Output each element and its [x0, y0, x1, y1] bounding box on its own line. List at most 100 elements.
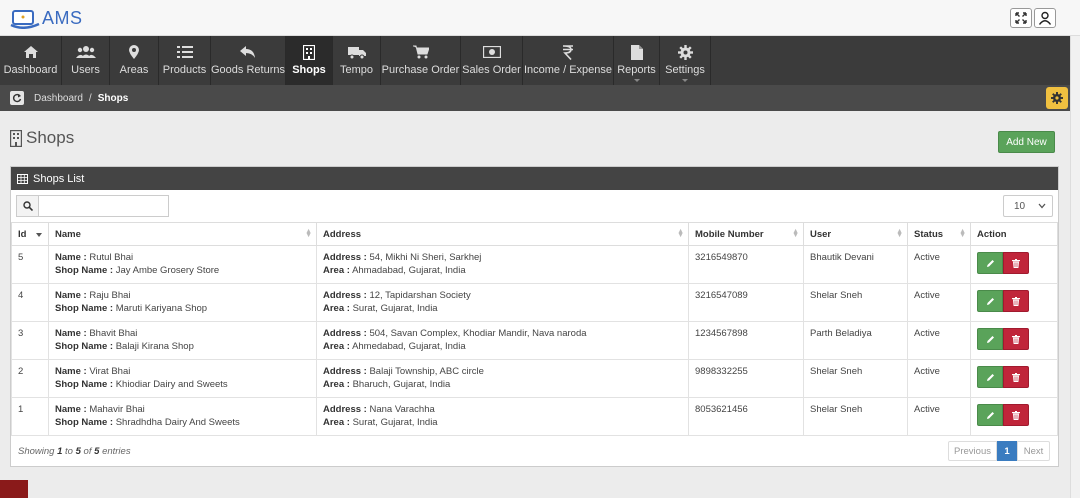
users-icon	[75, 43, 96, 61]
nav-tempo[interactable]: Tempo	[333, 36, 381, 85]
truck-icon	[347, 43, 366, 61]
logo-icon	[10, 9, 40, 29]
cell-mobile: 1234567898	[688, 321, 804, 360]
panel-header: Shops List	[11, 167, 1058, 190]
settings-toggle-button[interactable]	[1046, 87, 1068, 109]
map-marker-icon	[129, 43, 139, 61]
nav-purchase-order[interactable]: Purchase Order	[381, 36, 461, 85]
page-length-select[interactable]: 10	[1003, 195, 1053, 217]
breadcrumb-home-link[interactable]: Dashboard	[34, 93, 83, 104]
col-header-id[interactable]: Id	[11, 222, 49, 246]
page-title-text: Shops	[26, 128, 75, 147]
sort-icon: ▲ ▼	[792, 228, 799, 239]
cell-id: 2	[11, 359, 49, 398]
corner-badge	[0, 480, 28, 498]
cell-user: Shelar Sneh	[803, 397, 908, 436]
app-title: AMS	[42, 8, 83, 28]
pencil-icon	[986, 297, 994, 305]
page-button-current[interactable]: 1	[997, 441, 1017, 461]
trash-icon	[1012, 334, 1020, 344]
table-icon	[17, 173, 28, 184]
table-row: 3 Name : Bhavit Bhai Shop Name : Balaji Ki…	[11, 321, 1058, 360]
table-row: 2 Name : Virat Bhai Shop Name : Khiodiar D…	[11, 359, 1058, 398]
col-header-user[interactable]: User ▲ ▼	[803, 222, 908, 246]
edit-button[interactable]	[977, 252, 1003, 274]
nav-reports[interactable]: Reports	[614, 36, 660, 85]
nav-users[interactable]: Users	[62, 36, 110, 85]
rupee-icon	[562, 43, 574, 61]
breadcrumb-separator: /	[88, 92, 92, 104]
page-title: Shops	[10, 128, 74, 148]
nav-goods-returns[interactable]: Goods Returns	[211, 36, 286, 85]
previous-page-button[interactable]: Previous	[948, 441, 997, 461]
pagination: Previous 1 Next	[948, 441, 1050, 461]
chevron-down-icon	[633, 79, 640, 82]
delete-button[interactable]	[1003, 328, 1029, 350]
cell-mobile: 3216549870	[688, 245, 804, 284]
nav-income-expense[interactable]: Income / Expense	[523, 36, 614, 85]
trash-icon	[1012, 296, 1020, 306]
list-icon	[176, 43, 193, 61]
sort-icon: ▲ ▼	[959, 228, 966, 239]
trash-icon	[1012, 410, 1020, 420]
table-row: 1 Name : Mahavir Bhai Shop Name : Shradhdh…	[11, 397, 1058, 436]
breadcrumb: Dashboard / Shops	[0, 85, 1070, 111]
sort-icon: ▲ ▼	[896, 228, 903, 239]
gear-icon	[1051, 92, 1063, 104]
fullscreen-button[interactable]	[1010, 8, 1032, 28]
delete-button[interactable]	[1003, 404, 1029, 426]
user-menu-button[interactable]	[1034, 8, 1056, 28]
delete-button[interactable]	[1003, 290, 1029, 312]
delete-button[interactable]	[1003, 252, 1029, 274]
sort-icon: ▲ ▼	[305, 228, 312, 239]
cell-action	[970, 245, 1058, 284]
chevron-down-icon	[682, 79, 688, 82]
refresh-icon[interactable]	[10, 91, 24, 105]
app-logo[interactable]: AMS	[10, 8, 83, 29]
table-row: 4 Name : Raju Bhai Shop Name : Maruti Kari…	[11, 283, 1058, 322]
edit-button[interactable]	[977, 328, 1003, 350]
nav-areas[interactable]: Areas	[110, 36, 159, 85]
chevron-down-icon	[1038, 203, 1046, 209]
add-new-button[interactable]: Add New	[998, 131, 1055, 153]
file-icon	[630, 43, 643, 61]
cell-action	[970, 359, 1058, 398]
search-input[interactable]	[39, 195, 169, 217]
col-header-mobile[interactable]: Mobile Number ▲ ▼	[688, 222, 804, 246]
nav-dashboard[interactable]: Dashboard	[0, 36, 62, 85]
edit-button[interactable]	[977, 366, 1003, 388]
edit-button[interactable]	[977, 404, 1003, 426]
home-icon	[23, 43, 39, 61]
panel-title: Shops List	[33, 172, 85, 185]
gear-icon	[677, 43, 693, 61]
table-header-row: Id Name ▲ ▼ Address ▲ ▼ Mobile Number ▲ ▼ User…	[11, 222, 1058, 246]
cell-user: Parth Beladiya	[803, 321, 908, 360]
col-header-name[interactable]: Name ▲ ▼	[48, 222, 317, 246]
col-header-status[interactable]: Status ▲ ▼	[907, 222, 971, 246]
cell-address: Address : 54, Mikhi Ni Sheri, Sarkhej Are…	[316, 245, 689, 284]
main-nav: Dashboard Users Areas Products Goods Ret…	[0, 36, 1070, 85]
delete-button[interactable]	[1003, 366, 1029, 388]
cell-action	[970, 397, 1058, 436]
nav-settings[interactable]: Settings	[660, 36, 711, 85]
cell-status: Active	[907, 283, 971, 322]
nav-shops[interactable]: Shops	[286, 36, 333, 85]
cell-name: Name : Raju Bhai Shop Name : Maruti Kariy…	[48, 283, 317, 322]
breadcrumb-current: Shops	[97, 92, 129, 104]
nav-products[interactable]: Products	[159, 36, 211, 85]
cell-address: Address : 504, Savan Complex, Khodiar Ma…	[316, 321, 689, 360]
cell-user: Shelar Sneh	[803, 283, 908, 322]
cell-user: Bhautik Devani	[803, 245, 908, 284]
sort-desc-icon	[36, 233, 42, 237]
next-page-button[interactable]: Next	[1017, 441, 1050, 461]
building-icon	[303, 43, 315, 61]
top-header: AMS	[0, 0, 1080, 36]
cell-name: Name : Bhavit Bhai Shop Name : Balaji Kir…	[48, 321, 317, 360]
cell-id: 5	[11, 245, 49, 284]
col-header-address[interactable]: Address ▲ ▼	[316, 222, 689, 246]
cell-status: Active	[907, 321, 971, 360]
nav-sales-order[interactable]: Sales Order	[461, 36, 523, 85]
edit-button[interactable]	[977, 290, 1003, 312]
vertical-scrollbar[interactable]	[1070, 36, 1080, 498]
cell-mobile: 8053621456	[688, 397, 804, 436]
